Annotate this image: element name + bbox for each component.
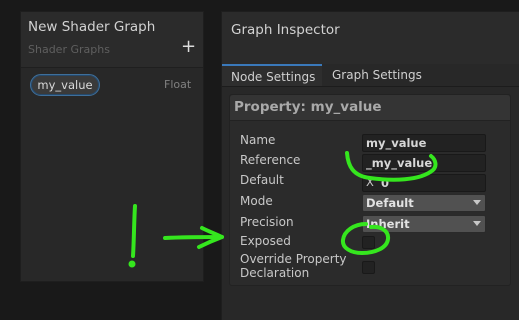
chevron-down-icon [473, 221, 481, 226]
exposed-checkbox[interactable] [362, 236, 375, 249]
default-axis-label[interactable]: X [366, 175, 374, 189]
name-field[interactable]: my_value [362, 134, 486, 152]
default-label: Default [240, 173, 284, 187]
chevron-down-icon [473, 200, 481, 205]
mode-dropdown-value: Default [366, 196, 414, 210]
property-settings-box: Property: my_value Name my_value Referen… [229, 94, 511, 286]
tab-node-settings[interactable]: Node Settings [222, 64, 322, 86]
precision-dropdown-value: Inherit [366, 217, 410, 231]
mode-label: Mode [240, 194, 273, 208]
blackboard-panel: New Shader Graph Shader Graphs + my_valu… [20, 11, 204, 282]
reference-label: Reference [240, 153, 301, 167]
precision-dropdown[interactable]: Inherit [362, 215, 486, 233]
exposed-label: Exposed [240, 234, 291, 248]
blackboard-title: New Shader Graph [28, 19, 156, 35]
inspector-title: Graph Inspector [231, 22, 340, 38]
reference-field[interactable]: _my_value [362, 154, 486, 172]
precision-label: Precision [240, 215, 294, 229]
tab-graph-settings[interactable]: Graph Settings [332, 64, 442, 86]
mode-dropdown[interactable]: Default [362, 194, 486, 212]
property-type-label: Float [164, 78, 192, 91]
override-label-line2: Declaration [240, 266, 310, 280]
name-label: Name [240, 133, 276, 147]
blackboard-subtitle: Shader Graphs [28, 43, 110, 56]
default-value-field[interactable]: 0 [362, 174, 486, 192]
override-declaration-checkbox[interactable] [362, 261, 375, 274]
property-title: Property: my_value [234, 99, 382, 115]
override-label-line1: Override Property [240, 252, 347, 266]
inspector-header [222, 12, 519, 64]
graph-inspector-panel: Graph Inspector Node Settings Graph Sett… [221, 11, 519, 320]
property-pill-my-value[interactable]: my_value [30, 74, 100, 96]
add-property-button[interactable]: + [181, 38, 196, 56]
tab-divider [222, 86, 519, 87]
